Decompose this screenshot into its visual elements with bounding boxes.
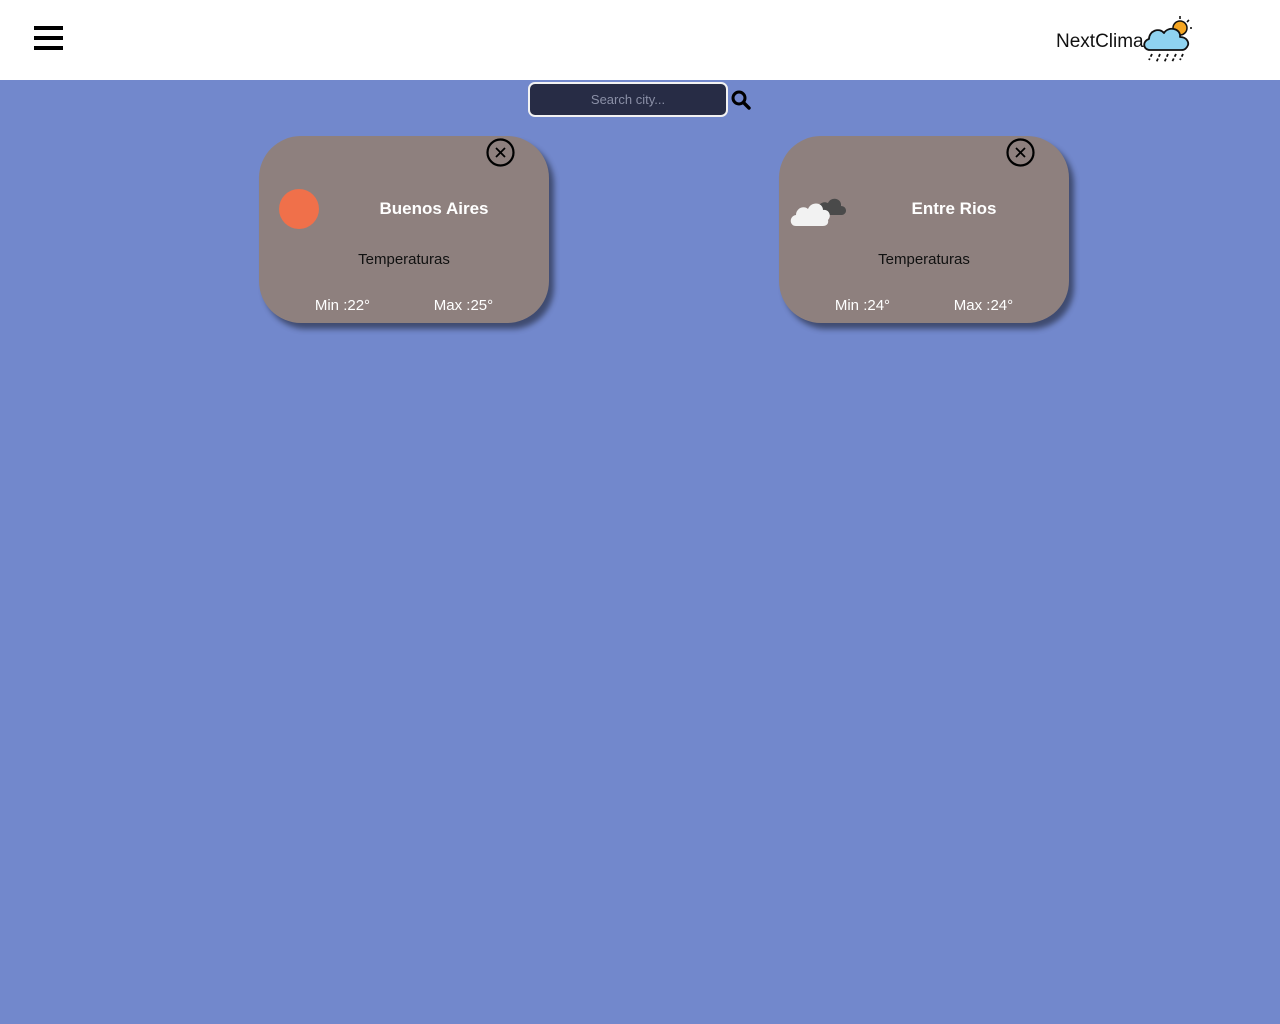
- min-temp: Min :22°: [314, 297, 371, 314]
- close-icon: [486, 138, 515, 167]
- min-temp: Min :24°: [834, 297, 891, 314]
- temperatures-label: Temperaturas: [878, 251, 970, 268]
- hamburger-menu-icon[interactable]: [34, 26, 63, 52]
- search-button[interactable]: [728, 87, 754, 113]
- city-card-buenos-aires: Buenos Aires Temperaturas Min :22° Max :…: [259, 136, 549, 323]
- search-input[interactable]: [528, 82, 728, 117]
- close-card-button[interactable]: [1006, 138, 1035, 167]
- brand[interactable]: NextClima: [1056, 14, 1194, 66]
- city-card-entre-rios: Entre Rios Temperaturas Min :24° Max :24…: [779, 136, 1069, 323]
- city-name: Buenos Aires: [379, 199, 489, 218]
- temperatures-label: Temperaturas: [358, 251, 450, 268]
- min-max-row: Min :24° Max :24°: [779, 297, 1069, 314]
- max-temp: Max :24°: [953, 297, 1014, 314]
- brand-name: NextClima: [1056, 30, 1144, 52]
- min-max-row: Min :22° Max :25°: [259, 297, 549, 314]
- search-icon: [731, 90, 751, 110]
- top-header: NextClima: [0, 0, 1280, 80]
- max-temp: Max :25°: [433, 297, 494, 314]
- search-bar: [528, 82, 754, 117]
- rain-cloud-sun-logo-icon: [1142, 16, 1192, 64]
- cloud-icon: [790, 198, 847, 226]
- close-card-button[interactable]: [486, 138, 515, 167]
- close-icon: [1006, 138, 1035, 167]
- city-name: Entre Rios: [911, 199, 997, 218]
